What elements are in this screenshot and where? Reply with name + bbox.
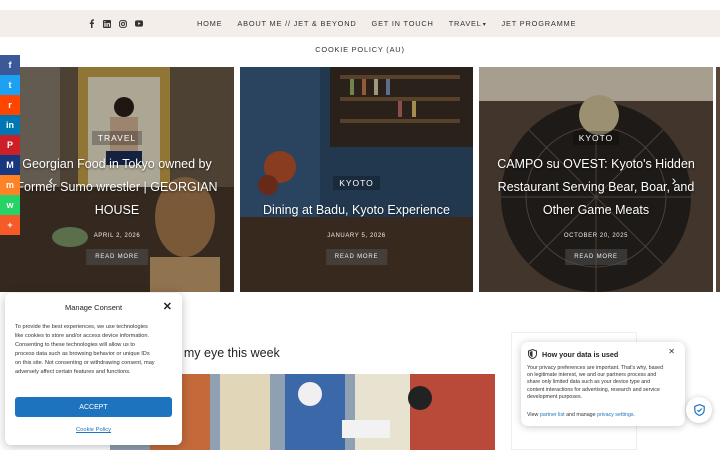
close-icon[interactable]: ✕	[163, 300, 172, 313]
twitter-icon[interactable]: t	[0, 75, 20, 95]
read-more-button[interactable]: READ MORE	[325, 249, 388, 265]
nav-travel-label: TRAVEL	[448, 19, 482, 28]
top-header-bar: HOME ABOUT ME // JET & BEYOND GET IN TOU…	[0, 10, 720, 37]
slide-title[interactable]: Dining at Badu, Kyoto Experience	[246, 199, 467, 222]
chevron-down-icon: ▾	[482, 22, 487, 28]
cookie-policy-link[interactable]: Cookie Policy	[5, 427, 182, 433]
accept-button[interactable]: ACCEPT	[15, 397, 172, 417]
read-more-button[interactable]: READ MORE	[86, 249, 148, 265]
shield-check-icon	[693, 404, 705, 416]
close-icon[interactable]: ✕	[668, 347, 675, 356]
featured-posts-slider: TRAVEL Georgian Food in Tokyo owned by F…	[0, 67, 720, 292]
privacy-and-manage-text: and manage	[566, 412, 596, 418]
facebook-icon[interactable]	[87, 19, 95, 28]
read-more-button[interactable]: READ MORE	[565, 249, 627, 265]
slide-category[interactable]: KYOTO	[479, 131, 713, 145]
floating-share-bar: f t r in P M m w +	[0, 55, 20, 235]
youtube-icon[interactable]	[135, 19, 143, 28]
whatsapp-icon[interactable]: w	[0, 195, 20, 215]
mewe-icon[interactable]: M	[0, 155, 20, 175]
facebook-icon[interactable]: f	[0, 55, 20, 75]
privacy-notice-popup: How your data is used ✕ Your privacy pre…	[521, 342, 685, 426]
header-social-links	[87, 10, 143, 37]
slide-date: APRIL 2, 2026	[93, 233, 141, 239]
privacy-title: How your data is used	[542, 350, 619, 359]
reddit-icon[interactable]: r	[0, 95, 20, 115]
slide-category[interactable]: TRAVEL	[0, 131, 234, 145]
partner-list-link[interactable]: partner list	[540, 412, 565, 418]
nav-about-me[interactable]: ABOUT ME // JET & BEYOND	[237, 19, 356, 28]
slide-title[interactable]: Georgian Food in Tokyo owned by Former S…	[6, 153, 228, 222]
next-slide-peek	[716, 67, 720, 292]
nav-jet-programme[interactable]: JET PROGRAMME	[502, 19, 577, 28]
cookie-consent-dialog: Manage Consent ✕ To provide the best exp…	[5, 293, 182, 445]
privacy-settings-button[interactable]	[686, 397, 712, 423]
slide-date: JANUARY 5, 2026	[327, 233, 386, 239]
mix-icon[interactable]: m	[0, 175, 20, 195]
page: HOME ABOUT ME // JET & BEYOND GET IN TOU…	[0, 0, 720, 450]
section-heading: nt my eye this week	[170, 346, 280, 360]
linkedin-icon[interactable]	[103, 19, 111, 28]
instagram-icon[interactable]	[119, 19, 127, 28]
slider-next-arrow-icon[interactable]: ›	[668, 173, 680, 187]
slider-prev-arrow-icon[interactable]: ‹	[45, 173, 57, 187]
slide-date: OCTOBER 20, 2025	[563, 233, 629, 239]
nav-home[interactable]: HOME	[197, 19, 222, 28]
consent-text: To provide the best experiences, we use …	[15, 324, 155, 375]
privacy-settings-link[interactable]: privacy settings.	[597, 412, 635, 418]
slide-georgian-house[interactable]: TRAVEL Georgian Food in Tokyo owned by F…	[0, 67, 234, 292]
privacy-text: Your privacy preferences are important. …	[527, 365, 664, 400]
nav-travel[interactable]: TRAVEL▾	[449, 19, 487, 28]
main-navigation: HOME ABOUT ME // JET & BEYOND GET IN TOU…	[197, 10, 591, 37]
slide-category[interactable]: KYOTO	[240, 176, 473, 190]
shield-icon	[528, 348, 537, 361]
nav-get-in-touch[interactable]: GET IN TOUCH	[372, 19, 434, 28]
privacy-view-text: View	[527, 412, 539, 418]
linkedin-icon[interactable]: in	[0, 115, 20, 135]
nav-cookie-policy[interactable]: COOKIE POLICY (AU)	[0, 45, 720, 54]
slide-badu-kyoto[interactable]: KYOTO Dining at Badu, Kyoto Experience J…	[240, 67, 473, 292]
privacy-footer: View partner list and manage privacy set…	[527, 412, 635, 418]
pinterest-icon[interactable]: P	[0, 135, 20, 155]
consent-title: Manage Consent	[65, 303, 123, 312]
more-icon[interactable]: +	[0, 215, 20, 235]
